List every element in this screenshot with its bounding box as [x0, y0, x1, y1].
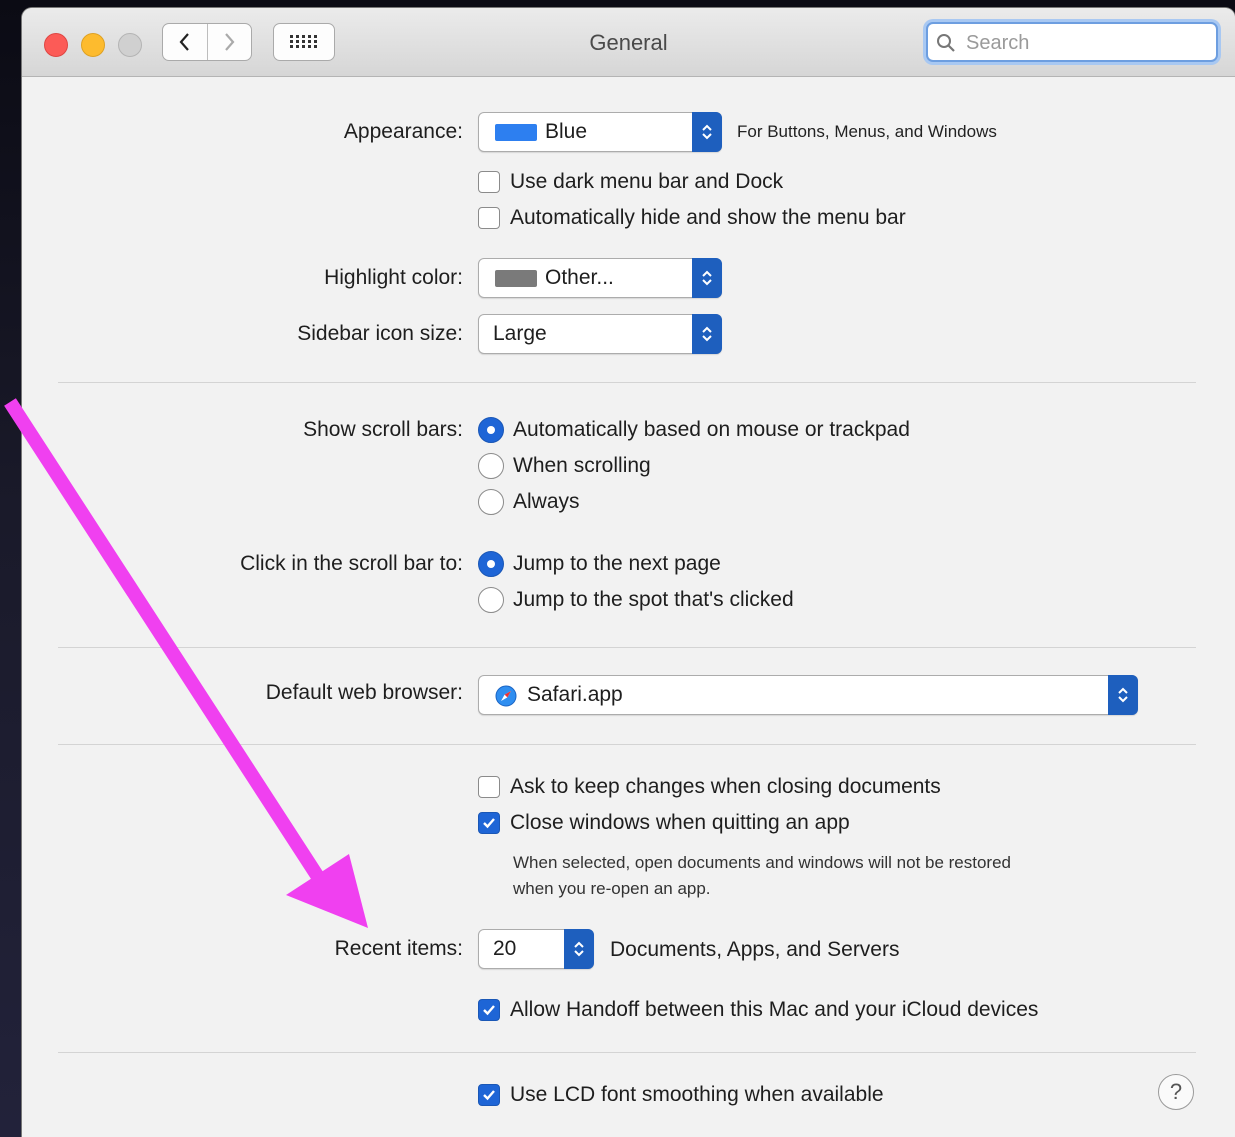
popup-arrows-icon: [692, 258, 722, 298]
appearance-color-swatch: [495, 124, 537, 141]
close-windows-note-line2: when you re-open an app.: [513, 879, 711, 898]
highlight-color-label: Highlight color:: [324, 266, 463, 289]
checkmark-icon: [483, 1090, 495, 1101]
click-scroll-spot-radio[interactable]: [478, 587, 504, 613]
sidebar-icon-size-value: Large: [493, 322, 547, 345]
popup-arrows-icon: [692, 314, 722, 354]
preferences-window: General Appearance: Blue For Buttons, Me…: [22, 8, 1235, 1137]
click-scroll-next-page-radio[interactable]: [478, 551, 504, 577]
search-icon: [937, 34, 955, 52]
default-browser-popup[interactable]: Safari.app: [478, 675, 1138, 715]
recent-items-value: 20: [493, 937, 517, 960]
handoff-label: Allow Handoff between this Mac and your …: [510, 998, 1039, 1021]
dark-menu-checkbox[interactable]: [478, 171, 500, 193]
sidebar-icon-size-popup[interactable]: Large: [478, 314, 722, 354]
scroll-bars-label: Show scroll bars:: [303, 418, 463, 441]
auto-hide-menu-checkbox[interactable]: [478, 207, 500, 229]
popup-arrows-icon: [564, 929, 594, 969]
appearance-value: Blue: [545, 120, 588, 143]
checkmark-icon: [483, 818, 495, 829]
scroll-bars-always-radio[interactable]: [478, 489, 504, 515]
recent-items-label: Recent items:: [334, 937, 463, 960]
title-bar: General: [22, 8, 1235, 77]
handoff-checkbox[interactable]: [478, 999, 500, 1021]
appearance-hint: For Buttons, Menus, and Windows: [737, 122, 997, 141]
scroll-bars-always-label: Always: [513, 490, 580, 513]
close-windows-note: When selected, open documents and window…: [513, 850, 1011, 902]
recent-items-suffix: Documents, Apps, and Servers: [610, 938, 900, 961]
search-input[interactable]: [964, 29, 1208, 57]
click-scroll-label: Click in the scroll bar to:: [240, 552, 463, 575]
default-browser-label: Default web browser:: [265, 681, 463, 704]
highlight-color-swatch: [495, 270, 537, 287]
default-browser-value: Safari.app: [527, 683, 623, 706]
sidebar-icon-size-label: Sidebar icon size:: [297, 322, 463, 345]
click-scroll-spot-label: Jump to the spot that's clicked: [513, 588, 794, 611]
checkmark-icon: [483, 1005, 495, 1016]
popup-arrows-icon: [692, 112, 722, 152]
recent-items-popup[interactable]: 20: [478, 929, 594, 969]
ask-keep-changes-label: Ask to keep changes when closing documen…: [510, 775, 941, 798]
separator: [58, 744, 1196, 745]
separator: [58, 1052, 1196, 1053]
highlight-color-value: Other...: [545, 266, 614, 289]
safari-icon: [495, 685, 517, 707]
separator: [58, 382, 1196, 383]
separator: [58, 647, 1196, 648]
lcd-smoothing-label: Use LCD font smoothing when available: [510, 1083, 884, 1106]
scroll-bars-auto-radio[interactable]: [478, 417, 504, 443]
close-windows-label: Close windows when quitting an app: [510, 811, 850, 834]
highlight-color-popup[interactable]: Other...: [478, 258, 722, 298]
scroll-bars-when-scrolling-label: When scrolling: [513, 454, 651, 477]
help-button[interactable]: ?: [1158, 1074, 1194, 1110]
scroll-bars-auto-label: Automatically based on mouse or trackpad: [513, 418, 910, 441]
click-scroll-next-page-label: Jump to the next page: [513, 552, 721, 575]
close-windows-checkbox[interactable]: [478, 812, 500, 834]
search-field[interactable]: [926, 22, 1218, 62]
ask-keep-changes-checkbox[interactable]: [478, 776, 500, 798]
popup-arrows-icon: [1108, 675, 1138, 715]
auto-hide-menu-label: Automatically hide and show the menu bar: [510, 206, 906, 229]
lcd-smoothing-checkbox[interactable]: [478, 1084, 500, 1106]
close-windows-note-line1: When selected, open documents and window…: [513, 853, 1012, 872]
scroll-bars-when-scrolling-radio[interactable]: [478, 453, 504, 479]
appearance-popup[interactable]: Blue: [478, 112, 722, 152]
appearance-label: Appearance:: [343, 120, 463, 143]
dark-menu-label: Use dark menu bar and Dock: [510, 170, 784, 193]
